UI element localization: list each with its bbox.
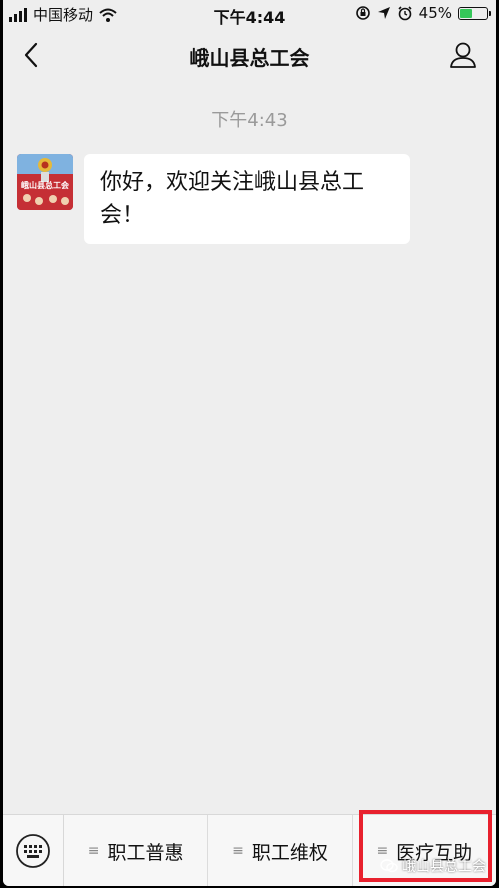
avatar-label: 峨山县总工会 xyxy=(21,181,69,190)
status-bar: 中国移动 下午4:44 45% xyxy=(3,0,496,28)
nav-bar: 峨山县总工会 xyxy=(3,28,496,82)
menu-list-icon: ≡ xyxy=(87,843,100,859)
rotation-lock-icon xyxy=(355,6,370,20)
battery-percent: 45% xyxy=(418,4,452,22)
keyboard-toggle-button[interactable] xyxy=(3,815,64,886)
wechat-icon xyxy=(380,859,398,873)
menu-list-icon: ≡ xyxy=(232,843,244,859)
battery-icon xyxy=(458,6,491,20)
page-title: 峨山县总工会 xyxy=(189,46,310,70)
avatar[interactable]: 峨山县总工会 xyxy=(17,154,73,210)
watermark: 峨山县总工会 xyxy=(380,856,486,876)
menu-item-label: 职工维权 xyxy=(251,841,328,864)
alarm-icon xyxy=(398,6,412,21)
phone-screen: 中国移动 下午4:44 45% 峨山县总工会 下午4:43 峨山县总工会 你好，… xyxy=(3,0,496,886)
menu-item-workers-benefits[interactable]: ≡ 职工普惠 xyxy=(64,815,209,886)
battery-fill xyxy=(460,8,472,18)
location-icon xyxy=(377,7,390,19)
watermark-label: 峨山县总工会 xyxy=(402,859,486,875)
menu-item-label: 职工普惠 xyxy=(107,841,184,864)
message-timestamp: 下午4:43 xyxy=(211,110,288,131)
user-profile-icon[interactable] xyxy=(448,40,478,70)
keyboard-icon xyxy=(16,834,50,868)
menu-item-workers-rights[interactable]: ≡ 职工维权 xyxy=(208,815,353,886)
message-bubble[interactable]: 你好，欢迎关注峨山县总工会！ xyxy=(84,154,410,244)
